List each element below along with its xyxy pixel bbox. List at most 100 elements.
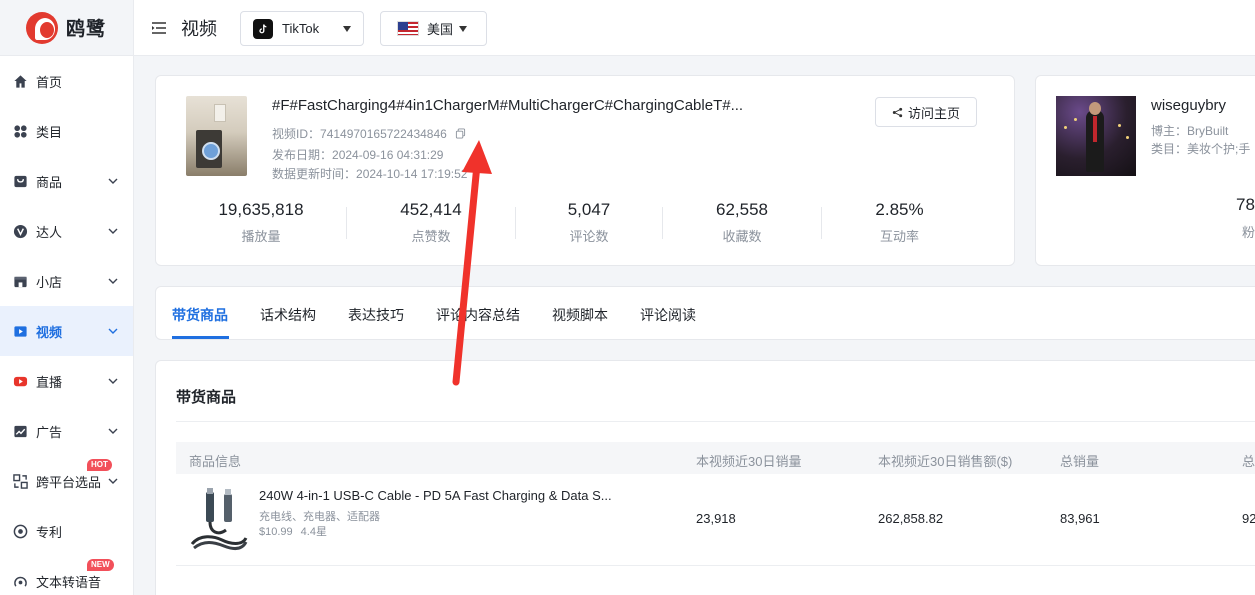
stat-value: 19,635,818 bbox=[218, 200, 304, 219]
sidebar-item-videos[interactable]: 视频 bbox=[0, 306, 133, 356]
stat-likes: 452,414 点赞数 bbox=[347, 200, 515, 246]
product-price-rating: $10.99 4.4星 bbox=[259, 523, 327, 539]
creator-category: 类目：美妆个护;手 bbox=[1151, 140, 1250, 157]
column-product-info: 商品信息 bbox=[189, 454, 242, 469]
creator-category-label: 类目： bbox=[1151, 142, 1188, 156]
sidebar-item-label: 广告 bbox=[36, 424, 63, 440]
detail-tabs: 带货商品 话术结构 表达技巧 评论内容总结 视频脚本 评论阅读 bbox=[155, 286, 1255, 340]
top-header: 视频 TikTok 美国 bbox=[134, 0, 1255, 56]
chevron-down-icon bbox=[108, 278, 118, 284]
page-title: 视频 bbox=[181, 18, 217, 39]
video-id-label: 视频ID： bbox=[272, 127, 321, 141]
bag-icon bbox=[12, 173, 28, 189]
active-tab-indicator bbox=[172, 336, 229, 339]
sidebar-item-cross-platform[interactable]: HOT 跨平台选品 bbox=[0, 456, 133, 506]
video-thumbnail[interactable] bbox=[186, 96, 247, 176]
tab-comment-reading[interactable]: 评论阅读 bbox=[640, 305, 696, 325]
sidebar-item-live[interactable]: 直播 bbox=[0, 356, 133, 406]
product-image[interactable] bbox=[188, 486, 250, 552]
chevron-down-icon bbox=[108, 478, 118, 484]
stat-value: 5,047 bbox=[567, 200, 611, 219]
video-info-card: #F#FastCharging4#4in1ChargerM#MultiCharg… bbox=[155, 75, 1015, 266]
tab-promoted-products[interactable]: 带货商品 bbox=[172, 305, 228, 325]
chevron-down-icon bbox=[108, 328, 118, 334]
column-total-sales[interactable]: 总销量 bbox=[1060, 451, 1099, 470]
stat-favorites: 62,558 收藏数 bbox=[663, 200, 821, 246]
sidebar-item-text-to-speech[interactable]: NEW 文本转语音 bbox=[0, 556, 133, 595]
visit-homepage-button[interactable]: 访问主页 bbox=[875, 97, 977, 127]
creator-card: wiseguybry 博主：BryBuilt 类目：美妆个护;手 78 粉 bbox=[1035, 75, 1255, 266]
tab-script-structure[interactable]: 话术结构 bbox=[260, 305, 316, 325]
video-stats: 19,635,818 播放量 452,414 点赞数 5,047 评论数 62,… bbox=[176, 200, 996, 246]
video-title[interactable]: #F#FastCharging4#4in1ChargerM#MultiCharg… bbox=[272, 97, 812, 114]
stat-value: 62,558 bbox=[716, 200, 768, 219]
store-icon bbox=[12, 273, 28, 289]
stat-label: 收藏数 bbox=[722, 229, 762, 244]
sidebar: 鸥鹭 首页 类目 商品 达人 小店 视频 直播 广告 HOT 跨平台选品 专利 … bbox=[0, 0, 134, 595]
patent-icon bbox=[12, 523, 28, 539]
stat-comments: 5,047 评论数 bbox=[516, 200, 662, 246]
update-time-label: 数据更新时间： bbox=[272, 167, 357, 181]
cross-platform-icon bbox=[12, 473, 28, 489]
update-time-value: 2024-10-14 17:19:52 bbox=[356, 167, 468, 181]
stat-label: 播放量 bbox=[241, 229, 281, 244]
sidebar-nav: 首页 类目 商品 达人 小店 视频 直播 广告 HOT 跨平台选品 专利 NEW… bbox=[0, 56, 133, 595]
product-category: 充电线、充电器、适配器 bbox=[259, 511, 380, 523]
product-title[interactable]: 240W 4-in-1 USB-C Cable - PD 5A Fast Cha… bbox=[259, 488, 679, 503]
chevron-down-icon bbox=[108, 428, 118, 434]
sidebar-item-label: 类目 bbox=[36, 124, 63, 140]
publish-date: 发布日期：2024-09-16 04:31:29 bbox=[272, 146, 443, 163]
creator-followers-value: 78 bbox=[1236, 195, 1255, 214]
column-sales-30d[interactable]: 本视频近30日销量 bbox=[696, 451, 801, 470]
sidebar-item-ads[interactable]: 广告 bbox=[0, 406, 133, 456]
tab-comment-summary[interactable]: 评论内容总结 bbox=[436, 305, 520, 325]
home-icon bbox=[12, 73, 28, 89]
country-select-value: 美国 bbox=[427, 22, 454, 37]
creator-owner-value: BryBuilt bbox=[1187, 124, 1229, 138]
sidebar-item-label: 达人 bbox=[36, 224, 63, 240]
country-select[interactable]: 美国 bbox=[380, 11, 487, 46]
creator-category-value: 美妆个护;手 bbox=[1187, 142, 1251, 156]
sidebar-item-products[interactable]: 商品 bbox=[0, 156, 133, 206]
creator-avatar[interactable] bbox=[1056, 96, 1136, 176]
table-header: 商品信息 本视频近30日销量 本视频近30日销售额($) 总销量 总 bbox=[176, 442, 1255, 474]
tiktok-logo-icon bbox=[253, 18, 273, 39]
sidebar-item-shops[interactable]: 小店 bbox=[0, 256, 133, 306]
sidebar-item-label: 视频 bbox=[36, 324, 63, 340]
stat-engagement-rate: 2.85% 互动率 bbox=[822, 200, 977, 246]
table-row[interactable]: 240W 4-in-1 USB-C Cable - PD 5A Fast Cha… bbox=[176, 474, 1255, 566]
column-revenue-30d[interactable]: 本视频近30日销售额($) bbox=[878, 451, 1012, 470]
creator-name[interactable]: wiseguybry bbox=[1151, 97, 1226, 114]
hot-badge: HOT bbox=[87, 459, 112, 471]
cell-total-sales: 83,961 bbox=[1060, 511, 1100, 526]
sidebar-item-category[interactable]: 类目 bbox=[0, 106, 133, 156]
cell-revenue-30d: 262,858.82 bbox=[878, 511, 944, 526]
visit-homepage-label: 访问主页 bbox=[907, 105, 960, 121]
copy-icon[interactable] bbox=[455, 128, 466, 139]
brand-logo[interactable]: 鸥鹭 bbox=[0, 0, 133, 56]
sidebar-item-label: 跨平台选品 bbox=[36, 474, 102, 490]
video-id-value: 7414970165722434846 bbox=[320, 127, 447, 141]
platform-select[interactable]: TikTok bbox=[240, 11, 364, 46]
sidebar-item-label: 直播 bbox=[36, 374, 63, 390]
sidebar-item-creators[interactable]: 达人 bbox=[0, 206, 133, 256]
caret-down-icon bbox=[459, 25, 468, 32]
cell-sales-30d: 23,918 bbox=[696, 511, 736, 526]
tab-expression-skills[interactable]: 表达技巧 bbox=[348, 305, 404, 325]
sidebar-item-home[interactable]: 首页 bbox=[0, 56, 133, 106]
video-icon bbox=[12, 323, 28, 339]
stat-label: 点赞数 bbox=[411, 229, 451, 244]
column-total-partial[interactable]: 总 bbox=[1242, 451, 1255, 470]
text-to-speech-icon bbox=[12, 573, 28, 589]
sidebar-item-label: 专利 bbox=[36, 524, 63, 540]
caret-down-icon bbox=[343, 25, 351, 32]
tab-video-script[interactable]: 视频脚本 bbox=[552, 305, 608, 325]
menu-collapse-icon[interactable] bbox=[150, 19, 168, 37]
sidebar-item-patent[interactable]: 专利 bbox=[0, 506, 133, 556]
chevron-down-icon bbox=[108, 378, 118, 384]
chevron-down-icon bbox=[108, 178, 118, 184]
chart-line-icon bbox=[12, 423, 28, 439]
brand-name: 鸥鹭 bbox=[66, 19, 107, 40]
creator-followers-label: 粉 bbox=[1242, 225, 1255, 240]
stat-label: 评论数 bbox=[569, 229, 609, 244]
